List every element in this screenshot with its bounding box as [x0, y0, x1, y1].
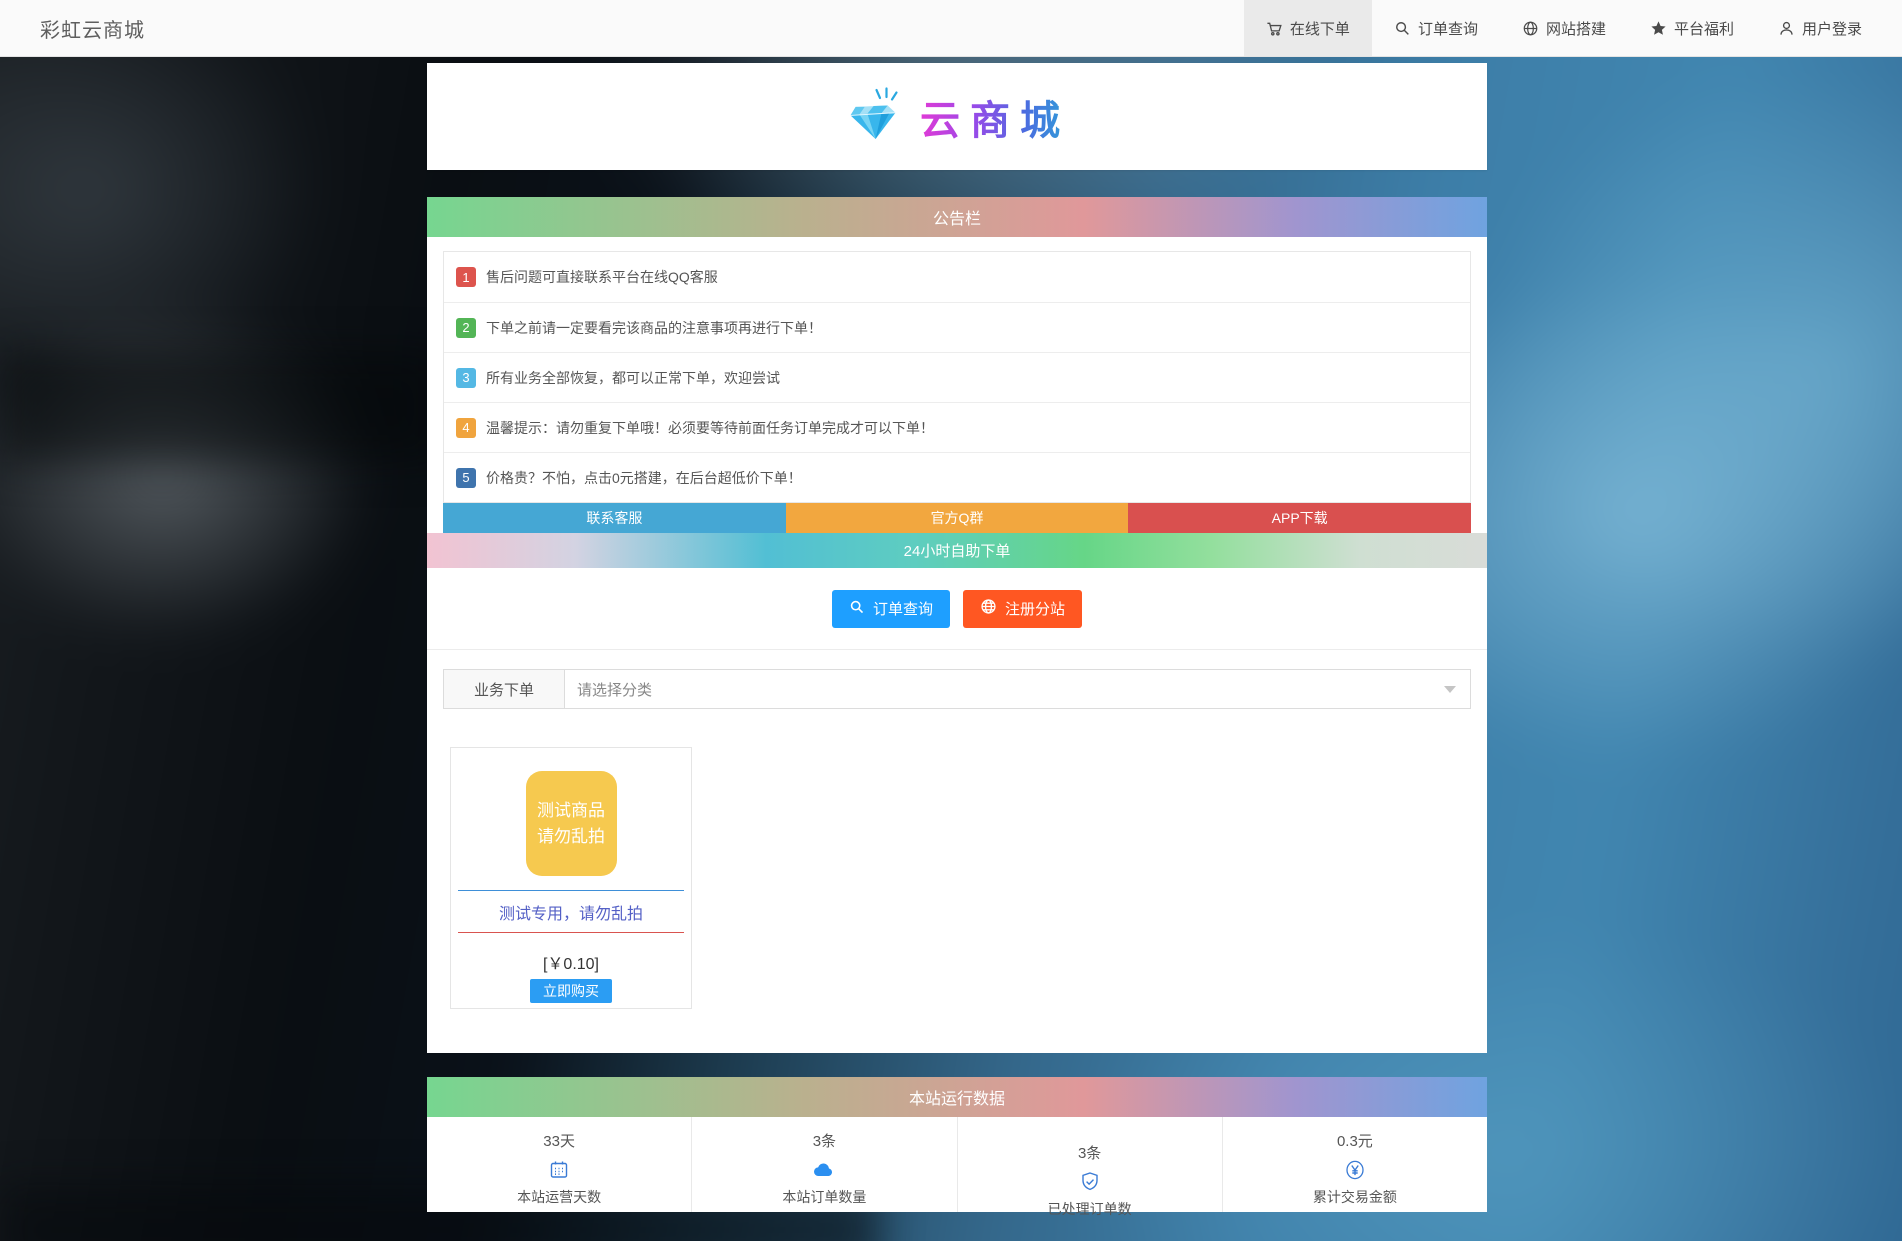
- stat-value: 0.3元: [1223, 1130, 1487, 1151]
- globe-icon: [980, 598, 997, 619]
- stat-processed-orders: 3条 已处理订单数: [957, 1117, 1222, 1212]
- globe-icon: [1522, 20, 1539, 37]
- nav-item-label: 用户登录: [1802, 18, 1862, 39]
- nav-item-user-login[interactable]: 用户登录: [1756, 0, 1884, 56]
- notice-text: 售后问题可直接联系平台在线QQ客服: [486, 267, 718, 287]
- search-icon: [1394, 20, 1411, 37]
- cart-icon: [1266, 20, 1283, 37]
- self-service-banner: 24小时自助下单: [427, 533, 1487, 568]
- notice-quick-links: 联系客服 官方Q群 APP下载: [443, 503, 1471, 533]
- order-query-button[interactable]: 订单查询: [832, 590, 950, 628]
- order-label: 业务下单: [444, 670, 565, 708]
- notice-board: 1 售后问题可直接联系平台在线QQ客服 2 下单之前请一定要看完该商品的注意事项…: [427, 237, 1487, 1053]
- site-stats-header: 本站运行数据: [427, 1077, 1487, 1117]
- logo-text: 云商城: [920, 88, 1070, 146]
- notice-item: 5 价格贵？不怕，点击0元搭建，在后台超低价下单！: [444, 452, 1470, 502]
- business-order-section: 业务下单 请选择分类 测试商品 请勿乱拍 测试专用，请勿乱拍 [￥0.10] 立…: [427, 650, 1487, 1053]
- nav-item-label: 在线下单: [1290, 18, 1350, 39]
- notice-badge: 5: [456, 468, 476, 488]
- background-dark-band: [0, 352, 440, 462]
- site-brand: 彩虹云商城: [40, 14, 145, 43]
- notice-text: 价格贵？不怕，点击0元搭建，在后台超低价下单！: [486, 468, 802, 488]
- logo-card: 云商城: [427, 63, 1487, 170]
- official-qq-group-button[interactable]: 官方Q群: [786, 503, 1129, 533]
- notice-badge: 1: [456, 267, 476, 287]
- contact-service-button[interactable]: 联系客服: [443, 503, 786, 533]
- notice-text: 所有业务全部恢复，都可以正常下单，欢迎尝试: [486, 368, 780, 388]
- yuan-icon: [1223, 1158, 1487, 1182]
- nav-item-platform-benefits[interactable]: 平台福利: [1628, 0, 1756, 56]
- stat-running-days: 33天 本站运营天数: [427, 1117, 691, 1212]
- product-card: 测试商品 请勿乱拍 测试专用，请勿乱拍 [￥0.10] 立即购买: [450, 747, 692, 1009]
- notice-item: 1 售后问题可直接联系平台在线QQ客服: [444, 252, 1470, 302]
- notice-text: 下单之前请一定要看完该商品的注意事项再进行下单！: [486, 318, 822, 338]
- nav-item-label: 网站搭建: [1546, 18, 1606, 39]
- divider-red: [458, 932, 684, 933]
- buy-now-button[interactable]: 立即购买: [530, 979, 612, 1003]
- stat-value: 3条: [958, 1142, 1222, 1163]
- nav-item-label: 订单查询: [1418, 18, 1478, 39]
- category-placeholder: 请选择分类: [565, 670, 1444, 708]
- notice-list: 1 售后问题可直接联系平台在线QQ客服 2 下单之前请一定要看完该商品的注意事项…: [443, 251, 1471, 503]
- chevron-down-icon: [1444, 686, 1456, 693]
- register-substation-button[interactable]: 注册分站: [963, 590, 1082, 628]
- product-thumbnail: 测试商品 请勿乱拍: [526, 771, 617, 876]
- notice-badge: 2: [456, 318, 476, 338]
- user-icon: [1778, 20, 1795, 37]
- shield-check-icon: [958, 1170, 1222, 1194]
- nav-item-site-build[interactable]: 网站搭建: [1500, 0, 1628, 56]
- nav-item-online-order[interactable]: 在线下单: [1244, 0, 1372, 56]
- cloud-icon: [692, 1158, 956, 1182]
- stat-label: 累计交易金额: [1223, 1187, 1487, 1207]
- main-content-column: 云商城 公告栏 1 售后问题可直接联系平台在线QQ客服 2 下单之前请一定要看完…: [427, 63, 1487, 1212]
- stat-total-amount: 0.3元 累计交易金额: [1222, 1117, 1487, 1212]
- app-download-button[interactable]: APP下载: [1128, 503, 1471, 533]
- nav-menu: 在线下单 订单查询 网站搭建 平台福利: [1244, 0, 1884, 56]
- nav-item-order-query[interactable]: 订单查询: [1372, 0, 1500, 56]
- actions-row: 订单查询 注册分站: [427, 568, 1487, 650]
- top-navbar: 彩虹云商城 在线下单 订单查询 网站搭建: [0, 0, 1902, 57]
- product-title[interactable]: 测试专用，请勿乱拍: [451, 891, 691, 932]
- product-price: [￥0.10]: [451, 950, 691, 974]
- notice-item: 3 所有业务全部恢复，都可以正常下单，欢迎尝试: [444, 352, 1470, 402]
- site-stats-panel: 33天 本站运营天数 3条 本站订单数量 3条: [427, 1117, 1487, 1212]
- notice-text: 温馨提示：请勿重复下单哦！必须要等待前面任务订单完成才可以下单！: [486, 418, 934, 438]
- stat-value: 33天: [427, 1130, 691, 1151]
- calendar-icon: [427, 1158, 691, 1182]
- stat-label: 本站运营天数: [427, 1187, 691, 1207]
- notice-board-header: 公告栏: [427, 197, 1487, 237]
- stat-label: 本站订单数量: [692, 1187, 956, 1207]
- stat-label: 已处理订单数: [958, 1199, 1222, 1219]
- stat-value: 3条: [692, 1130, 956, 1151]
- notice-badge: 3: [456, 368, 476, 388]
- search-icon: [849, 599, 865, 619]
- diamond-icon: [844, 87, 904, 146]
- notice-item: 2 下单之前请一定要看完该商品的注意事项再进行下单！: [444, 302, 1470, 352]
- category-select[interactable]: 业务下单 请选择分类: [443, 669, 1471, 709]
- nav-item-label: 平台福利: [1674, 18, 1734, 39]
- notice-item: 4 温馨提示：请勿重复下单哦！必须要等待前面任务订单完成才可以下单！: [444, 402, 1470, 452]
- stat-order-count: 3条 本站订单数量: [691, 1117, 956, 1212]
- notice-badge: 4: [456, 418, 476, 438]
- star-icon: [1650, 20, 1667, 37]
